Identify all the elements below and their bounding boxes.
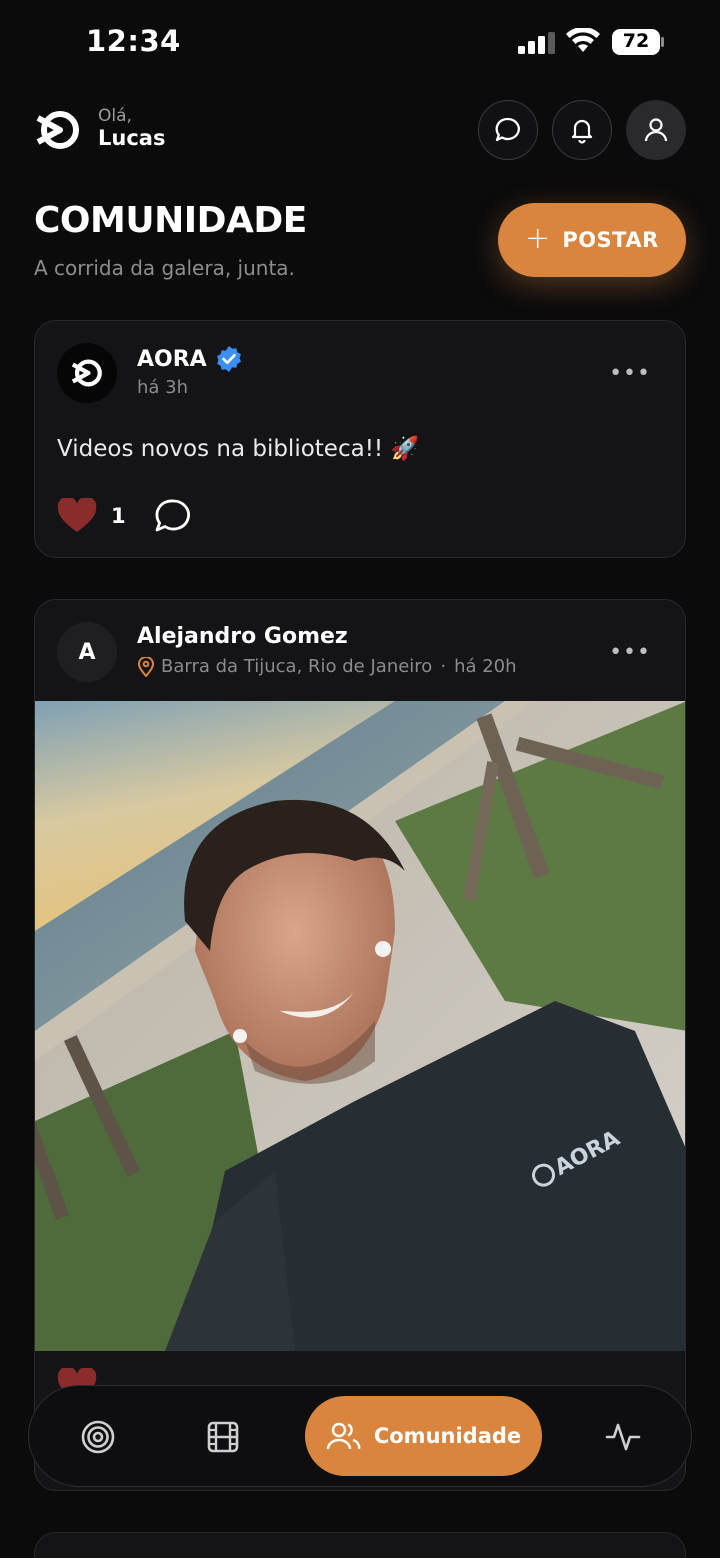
author-name: Alejandro Gomez xyxy=(137,624,348,649)
post-text: Videos novos na biblioteca!! 🚀 xyxy=(57,436,420,462)
users-icon xyxy=(326,1422,361,1450)
more-options-button[interactable]: ••• xyxy=(609,361,651,386)
cellular-signal-icon xyxy=(518,32,555,54)
battery-level: 72 xyxy=(622,30,650,52)
post-time-text: há 20h xyxy=(454,656,517,677)
profile-button[interactable] xyxy=(626,100,686,160)
post-time: há 3h xyxy=(137,377,188,398)
greeting-text: Olá, xyxy=(98,106,132,126)
page-title: COMUNIDADE xyxy=(34,200,307,241)
new-post-button[interactable]: + POSTAR xyxy=(498,203,686,277)
activity-pulse-icon xyxy=(605,1423,641,1451)
post-time-text: há 3h xyxy=(137,377,189,398)
app-header: Olá, Lucas xyxy=(0,96,720,166)
verified-badge-icon xyxy=(216,346,241,372)
post-actions: 1 xyxy=(57,497,192,535)
post-card: A Alejandro Gomez Barra da Tijuca, Rio d… xyxy=(34,599,686,1491)
battery-icon: 72 xyxy=(612,29,664,55)
post-author[interactable]: Alejandro Gomez xyxy=(137,624,348,649)
film-icon xyxy=(207,1421,239,1453)
nav-activity-button[interactable] xyxy=(598,1412,648,1462)
bell-icon xyxy=(571,119,593,144)
aora-logo-icon xyxy=(71,359,102,387)
post-author[interactable]: AORA xyxy=(137,345,243,373)
post-card: AORA há 3h ••• Videos novos na bibliotec… xyxy=(34,320,686,558)
meta-separator: · xyxy=(440,656,447,677)
plus-icon: + xyxy=(525,221,551,256)
post-location[interactable]: Barra da Tijuca, Rio de Janeiro xyxy=(161,656,432,677)
avatar[interactable] xyxy=(57,343,117,403)
like-button[interactable] xyxy=(57,498,97,534)
status-bar: 12:34 72 xyxy=(0,0,720,86)
user-icon xyxy=(644,118,668,142)
post-meta: Barra da Tijuca, Rio de Janeiro · há 20h xyxy=(137,656,517,677)
new-post-label: POSTAR xyxy=(562,228,659,252)
post-card xyxy=(34,1532,686,1558)
nav-community-button[interactable]: Comunidade xyxy=(305,1396,542,1476)
page-subtitle: A corrida da galera, junta. xyxy=(34,256,295,280)
bottom-navigation: Comunidade xyxy=(28,1385,692,1487)
wifi-icon xyxy=(566,28,600,52)
location-pin-icon xyxy=(137,656,155,677)
user-name: Lucas xyxy=(98,126,166,150)
comment-button[interactable] xyxy=(154,497,192,535)
nav-training-button[interactable] xyxy=(73,1412,123,1462)
target-icon xyxy=(81,1420,115,1454)
more-options-button[interactable]: ••• xyxy=(609,640,651,665)
post-photo[interactable]: AORA xyxy=(35,701,686,1351)
nav-videos-button[interactable] xyxy=(198,1412,248,1462)
aora-logo-icon xyxy=(36,111,79,149)
notifications-button[interactable] xyxy=(552,100,612,160)
chat-bubble-icon xyxy=(495,117,520,142)
like-count: 1 xyxy=(111,504,126,528)
avatar[interactable]: A xyxy=(57,622,117,682)
author-name: AORA xyxy=(137,346,207,372)
status-time: 12:34 xyxy=(86,24,181,58)
nav-community-label: Comunidade xyxy=(373,1424,522,1448)
messages-button[interactable] xyxy=(478,100,538,160)
